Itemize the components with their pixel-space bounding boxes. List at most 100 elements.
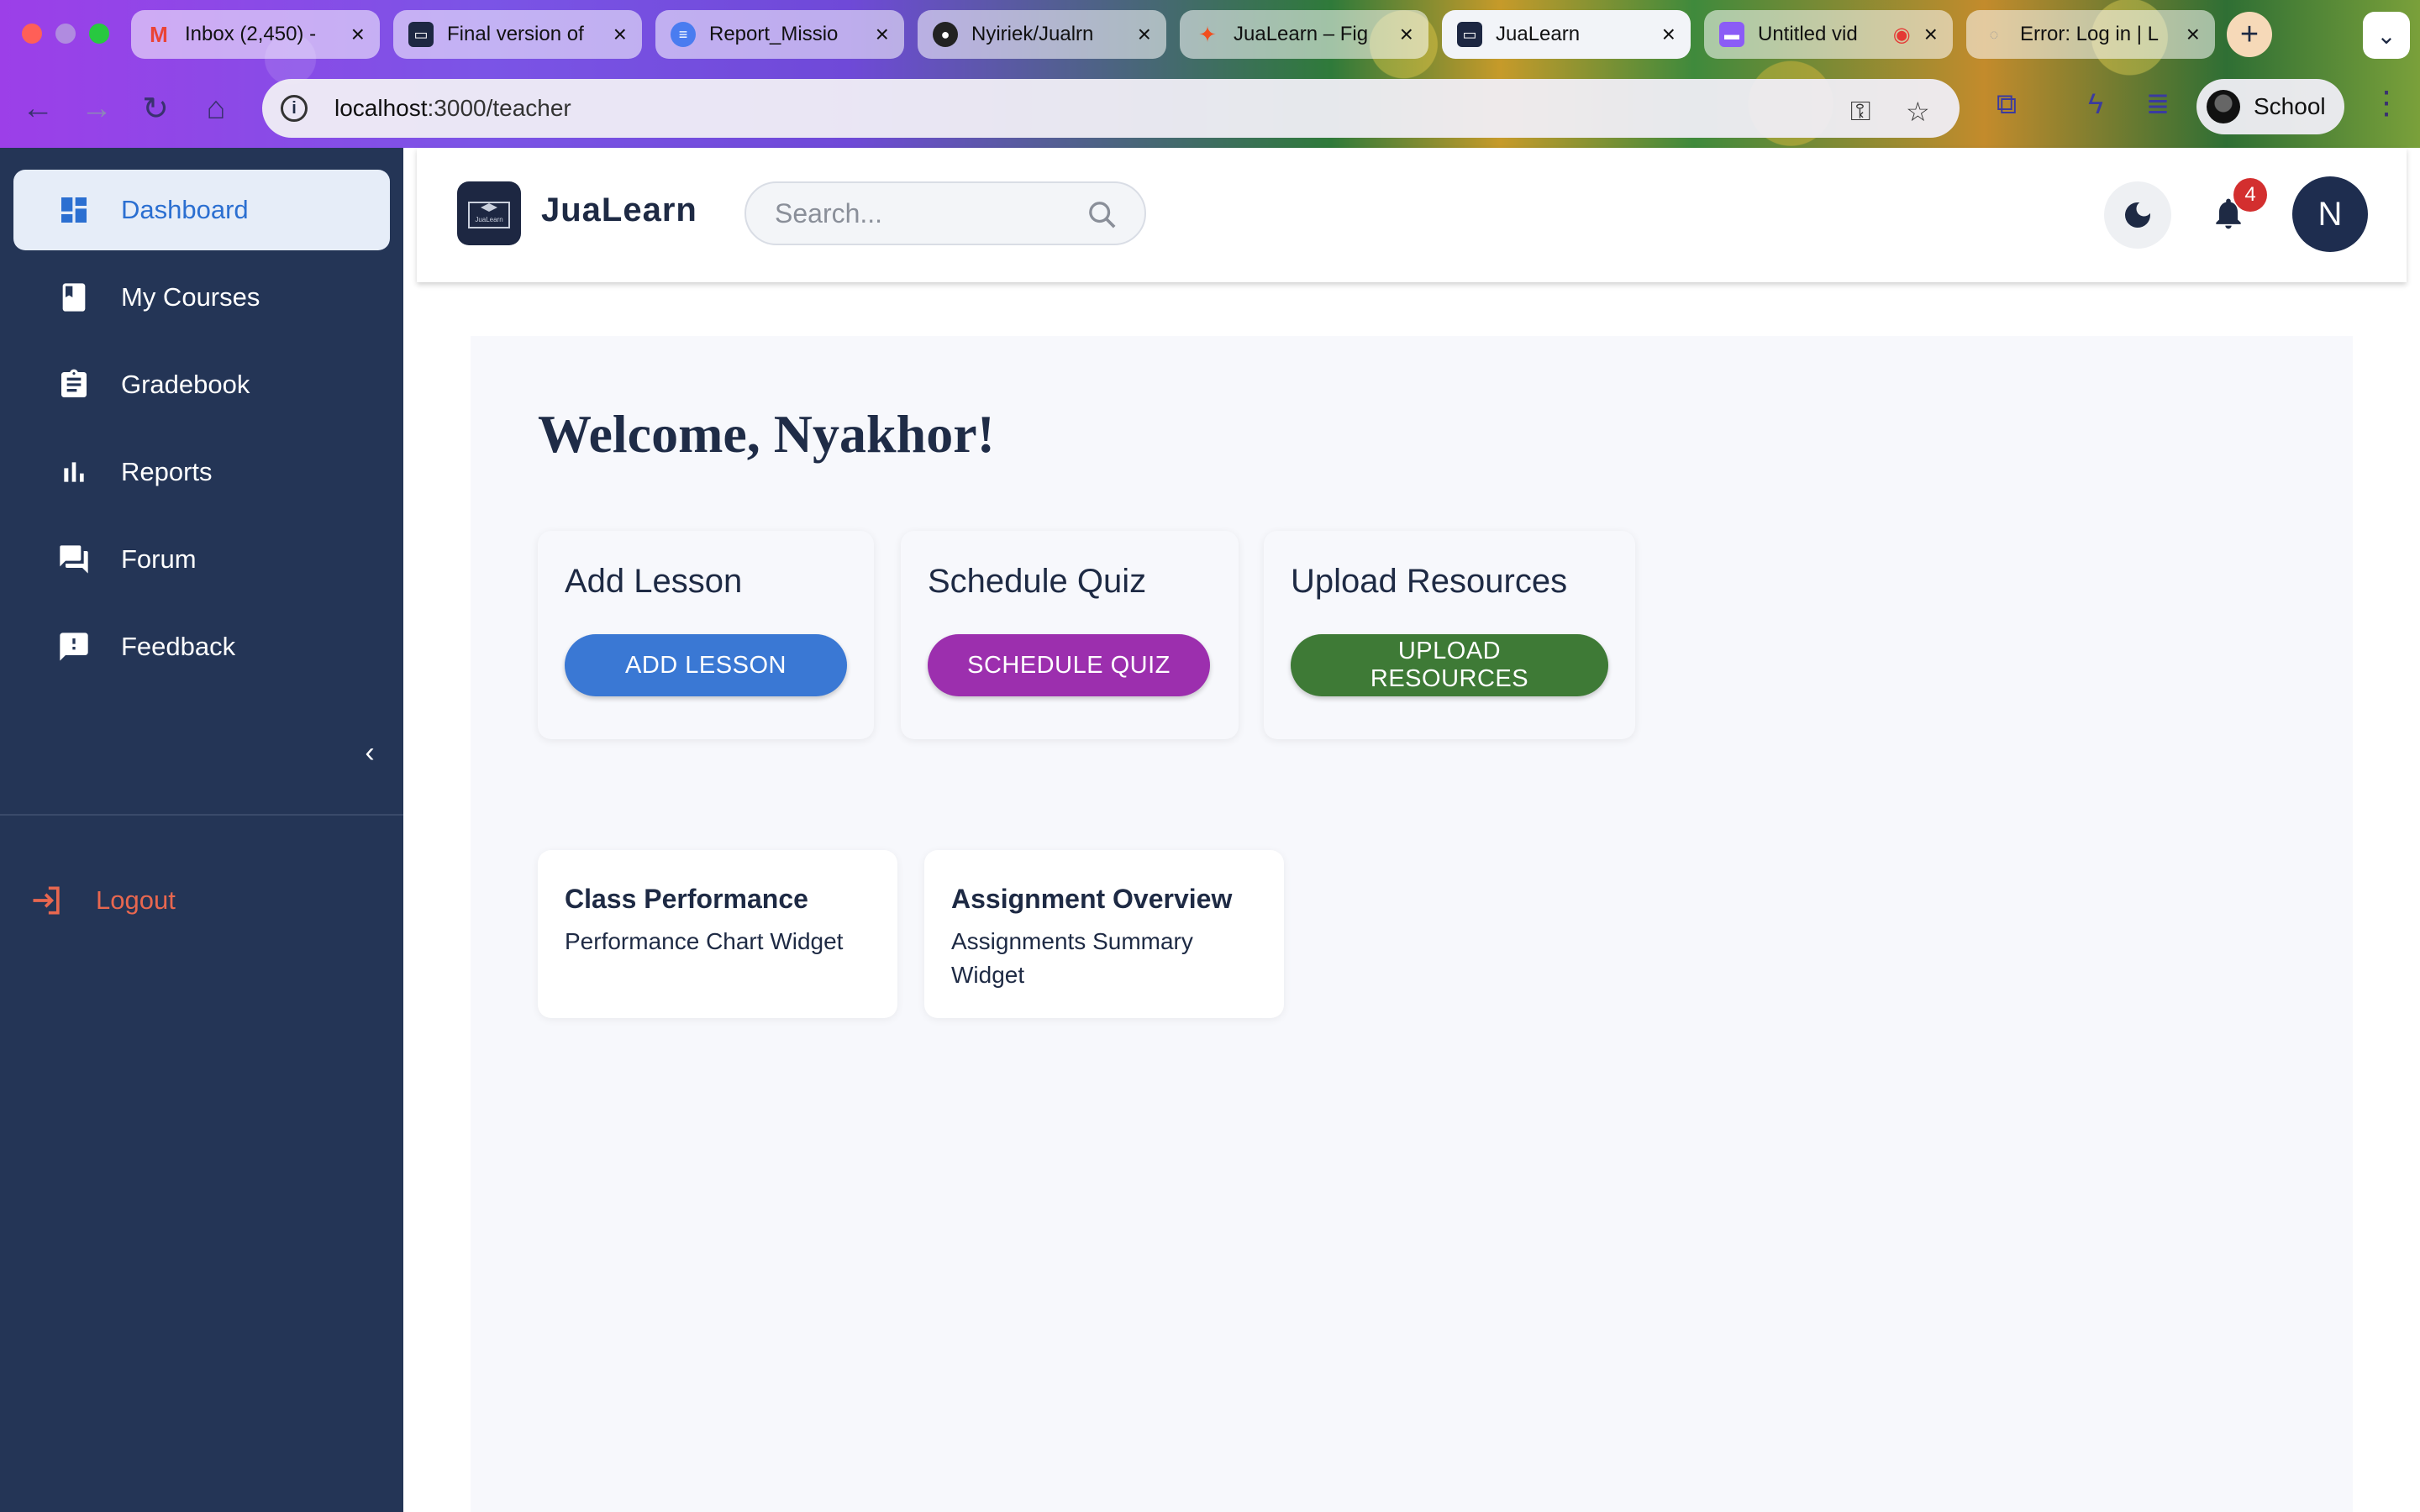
- tab-strip: M Inbox (2,450) - × ▭ Final version of ×…: [0, 0, 2420, 69]
- window-zoom-dot[interactable]: [89, 24, 109, 44]
- sidebar-item-label: Feedback: [121, 632, 236, 661]
- clipboard-icon: [61, 369, 87, 397]
- user-avatar[interactable]: N: [2292, 176, 2368, 252]
- tab-label: Error: Log in | L: [2020, 23, 2159, 45]
- forum-icon: [60, 545, 88, 574]
- close-icon[interactable]: ×: [1662, 21, 1676, 48]
- site-info-icon[interactable]: i: [281, 95, 308, 122]
- browser-tab-github[interactable]: ● Nyiriek/Jualrn ×: [918, 10, 1166, 59]
- sidebar-item-dashboard[interactable]: Dashboard: [13, 170, 390, 250]
- tab-search-button[interactable]: ⌄: [2363, 12, 2410, 59]
- sidebar-item-gradebook[interactable]: Gradebook: [13, 344, 390, 425]
- card-title: Schedule Quiz: [928, 563, 1147, 600]
- profile-avatar: [2207, 90, 2240, 123]
- logout-label: Logout: [96, 885, 176, 915]
- logo-text: JuaLearn: [475, 216, 502, 223]
- browser-tab-untitled-video[interactable]: ▬ Untitled vid ◉ ×: [1704, 10, 1953, 59]
- dark-mode-toggle[interactable]: [2104, 181, 2171, 249]
- browser-tab-figma[interactable]: ✦ JuaLearn – Fig ×: [1180, 10, 1428, 59]
- browser-tab-final-version[interactable]: ▭ Final version of ×: [393, 10, 642, 59]
- browser-tab-error-login[interactable]: ◌ Error: Log in | L ×: [1966, 10, 2215, 59]
- key-icon[interactable]: ⚿: [1850, 96, 1870, 128]
- widget-subtitle: Assignments Summary Widget: [951, 928, 1193, 988]
- dashboard-icon: [61, 197, 87, 223]
- tab-label: Report_Missio: [709, 23, 839, 45]
- close-icon[interactable]: ×: [613, 21, 627, 48]
- add-lesson-card: Add Lesson ADD LESSON: [538, 531, 874, 739]
- browser-chrome: M Inbox (2,450) - × ▭ Final version of ×…: [0, 0, 2420, 148]
- slides-icon: ▭: [408, 22, 434, 47]
- window-close-dot[interactable]: [22, 24, 42, 44]
- sidebar: Dashboard My Courses Gradebook Reports F…: [0, 148, 403, 1512]
- sidebar-item-reports[interactable]: Reports: [13, 432, 390, 512]
- back-button[interactable]: ←: [17, 87, 59, 129]
- card-title: Add Lesson: [565, 563, 743, 600]
- sidebar-item-forum[interactable]: Forum: [13, 519, 390, 600]
- tab-label: JuaLearn – Fig: [1234, 23, 1369, 45]
- feedback-icon: [60, 633, 88, 661]
- tab-label: Untitled vid: [1758, 23, 1858, 45]
- profile-button[interactable]: School: [2196, 79, 2344, 134]
- sidebar-item-my-courses[interactable]: My Courses: [13, 257, 390, 338]
- book-icon: [62, 283, 86, 312]
- close-icon[interactable]: ×: [351, 21, 365, 48]
- search-input[interactable]: Search...: [744, 181, 1146, 245]
- new-tab-button[interactable]: +: [2227, 12, 2272, 57]
- window-minimize-dot[interactable]: [55, 24, 76, 44]
- class-performance-widget: Class Performance Performance Chart Widg…: [538, 850, 897, 1018]
- browser-tab-report[interactable]: ≡ Report_Missio ×: [655, 10, 904, 59]
- tab-label: Inbox (2,450) -: [185, 23, 317, 45]
- jualearn-logo[interactable]: JuaLearn: [457, 181, 521, 245]
- browser-tab-jualearn[interactable]: ▭ JuaLearn ×: [1442, 10, 1691, 59]
- home-button[interactable]: ⌂: [195, 87, 237, 129]
- browser-menu-icon[interactable]: ⋮: [2370, 84, 2403, 122]
- address-bar[interactable]: i localhost:3000/teacher ⚿ ☆: [262, 79, 1960, 138]
- forward-button[interactable]: →: [76, 87, 118, 129]
- brand-title: JuaLearn: [541, 192, 697, 228]
- docs-icon: ≡: [671, 22, 696, 47]
- tab-label: Final version of: [447, 23, 584, 45]
- browser-toolbar: ← → ↻ ⌂ i localhost:3000/teacher ⚿ ☆: [0, 69, 2420, 148]
- close-icon[interactable]: ×: [876, 21, 889, 48]
- github-icon: ●: [933, 22, 958, 47]
- jualearn-icon: ▭: [1457, 22, 1482, 47]
- reading-list-icon[interactable]: ≣: [2138, 84, 2178, 124]
- app-header: JuaLearn JuaLearn Search... 4 N: [417, 148, 2407, 282]
- logout-icon: [33, 886, 60, 915]
- add-lesson-button[interactable]: ADD LESSON: [565, 634, 847, 696]
- dashboard-content: Welcome, Nyakhor! Add Lesson ADD LESSON …: [471, 336, 2353, 1512]
- page-title: Welcome, Nyakhor!: [538, 404, 995, 464]
- browser-tab-inbox[interactable]: M Inbox (2,450) - ×: [131, 10, 380, 59]
- close-icon[interactable]: ×: [1138, 21, 1151, 48]
- search-placeholder: Search...: [775, 197, 883, 228]
- close-icon[interactable]: ×: [2186, 21, 2200, 48]
- search-icon[interactable]: [1086, 198, 1119, 232]
- close-icon[interactable]: ×: [1400, 21, 1413, 48]
- sidebar-item-label: Dashboard: [121, 195, 249, 224]
- close-icon[interactable]: ×: [1924, 21, 1938, 48]
- widget-title: Class Performance: [565, 884, 808, 914]
- notification-badge: 4: [2233, 178, 2267, 212]
- upload-resources-button[interactable]: UPLOAD RESOURCES: [1291, 634, 1608, 696]
- schedule-quiz-card: Schedule Quiz SCHEDULE QUIZ: [901, 531, 1239, 739]
- sidebar-item-label: Gradebook: [121, 370, 250, 399]
- figma-icon: ✦: [1198, 21, 1217, 47]
- sidebar-item-label: Forum: [121, 544, 197, 574]
- extension-bolt-icon[interactable]: ϟ: [2075, 84, 2116, 124]
- tab-label: JuaLearn: [1496, 23, 1581, 45]
- upload-resources-card: Upload Resources UPLOAD RESOURCES: [1264, 531, 1635, 739]
- chevron-left-icon[interactable]: ‹: [353, 736, 387, 769]
- star-icon[interactable]: ☆: [1906, 96, 1930, 128]
- moon-icon: [2125, 202, 2150, 228]
- sidebar-divider: [0, 814, 403, 816]
- url-text: localhost:3000/teacher: [334, 95, 571, 121]
- reload-button[interactable]: ↻: [134, 87, 176, 129]
- schedule-quiz-button[interactable]: SCHEDULE QUIZ: [928, 634, 1210, 696]
- widget-title: Assignment Overview: [951, 884, 1233, 914]
- logout-button[interactable]: Logout: [29, 875, 176, 926]
- extensions-puzzle-icon[interactable]: ⧉: [1986, 84, 2027, 124]
- sidebar-item-feedback[interactable]: Feedback: [13, 606, 390, 687]
- profile-label: School: [2254, 93, 2326, 119]
- tab-label: Nyiriek/Jualrn: [971, 23, 1094, 45]
- assignment-overview-widget: Assignment Overview Assignments Summary …: [924, 850, 1284, 1018]
